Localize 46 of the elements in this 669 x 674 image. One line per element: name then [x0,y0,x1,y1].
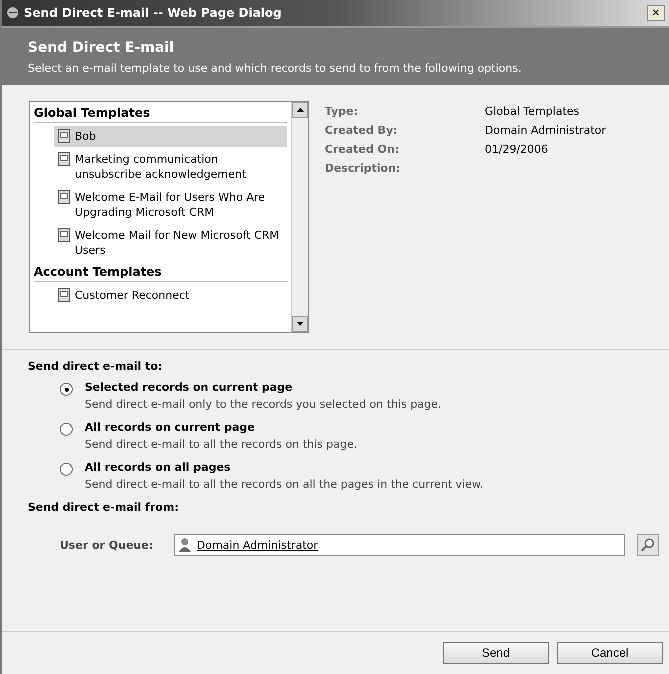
up-arrow-icon [296,108,304,112]
template-item[interactable]: Welcome E-Mail for Users Who Are Upgrading Microsoft CRM [54,187,287,223]
dialog-subtitle: Select an e-mail template to use and which records to send to from the following options. [28,62,523,75]
option-hint: Send direct e-mail to all the records on this page. [85,438,358,451]
browser-icon [6,6,20,20]
field-label: User or Queue: [60,538,154,552]
lookup-button[interactable] [637,534,659,556]
detail-label: Created On: [325,143,400,156]
user-icon [179,538,191,552]
document-icon [58,190,71,204]
window-title: Send Direct E-mail -- Web Page Dialog [24,6,283,20]
radio-button[interactable] [60,383,73,396]
section-title: Send direct e-mail to: [28,360,164,373]
template-item[interactable]: Customer Reconnect [54,285,287,306]
user-link[interactable]: Domain Administrator [197,538,318,552]
template-item[interactable]: Welcome Mail for New Microsoft CRM Users [54,225,287,261]
option-label: All records on all pages [85,461,232,474]
detail-label: Description: [325,162,402,175]
group-heading: Global Templates [34,104,287,123]
search-icon [641,538,655,552]
cancel-button[interactable]: Cancel [557,642,663,664]
dialog-title: Send Direct E-mail [28,40,176,56]
detail-value: Domain Administrator [485,124,606,137]
detail-value: Global Templates [485,105,581,118]
document-icon [58,288,71,302]
template-item[interactable]: Bob [54,126,287,147]
document-icon [58,129,71,143]
option-hint: Send direct e-mail to all the records on all the pages in the current view. [85,478,484,491]
detail-label: Type: [325,105,360,118]
detail-value: 01/29/2006 [485,143,550,156]
detail-label: Created By: [325,124,399,137]
radio-button[interactable] [60,463,73,476]
option-label: Selected records on current page [85,381,294,394]
scrollbar[interactable] [291,102,308,332]
group-heading: Account Templates [34,263,287,282]
document-icon [58,228,71,242]
close-button[interactable]: × [647,5,665,21]
radio-button[interactable] [60,423,73,436]
option-hint: Send direct e-mail only to the records you selected on this page. [85,398,442,411]
template-item[interactable]: Marketing communication unsubscribe acknowledgement [54,149,287,185]
document-icon [58,152,71,166]
option-label: All records on current page [85,421,256,434]
down-arrow-icon [296,322,304,326]
lookup-field[interactable]: Domain Administrator [174,534,625,556]
section-title: Send direct e-mail from: [28,501,180,514]
send-button[interactable]: Send [443,642,549,664]
